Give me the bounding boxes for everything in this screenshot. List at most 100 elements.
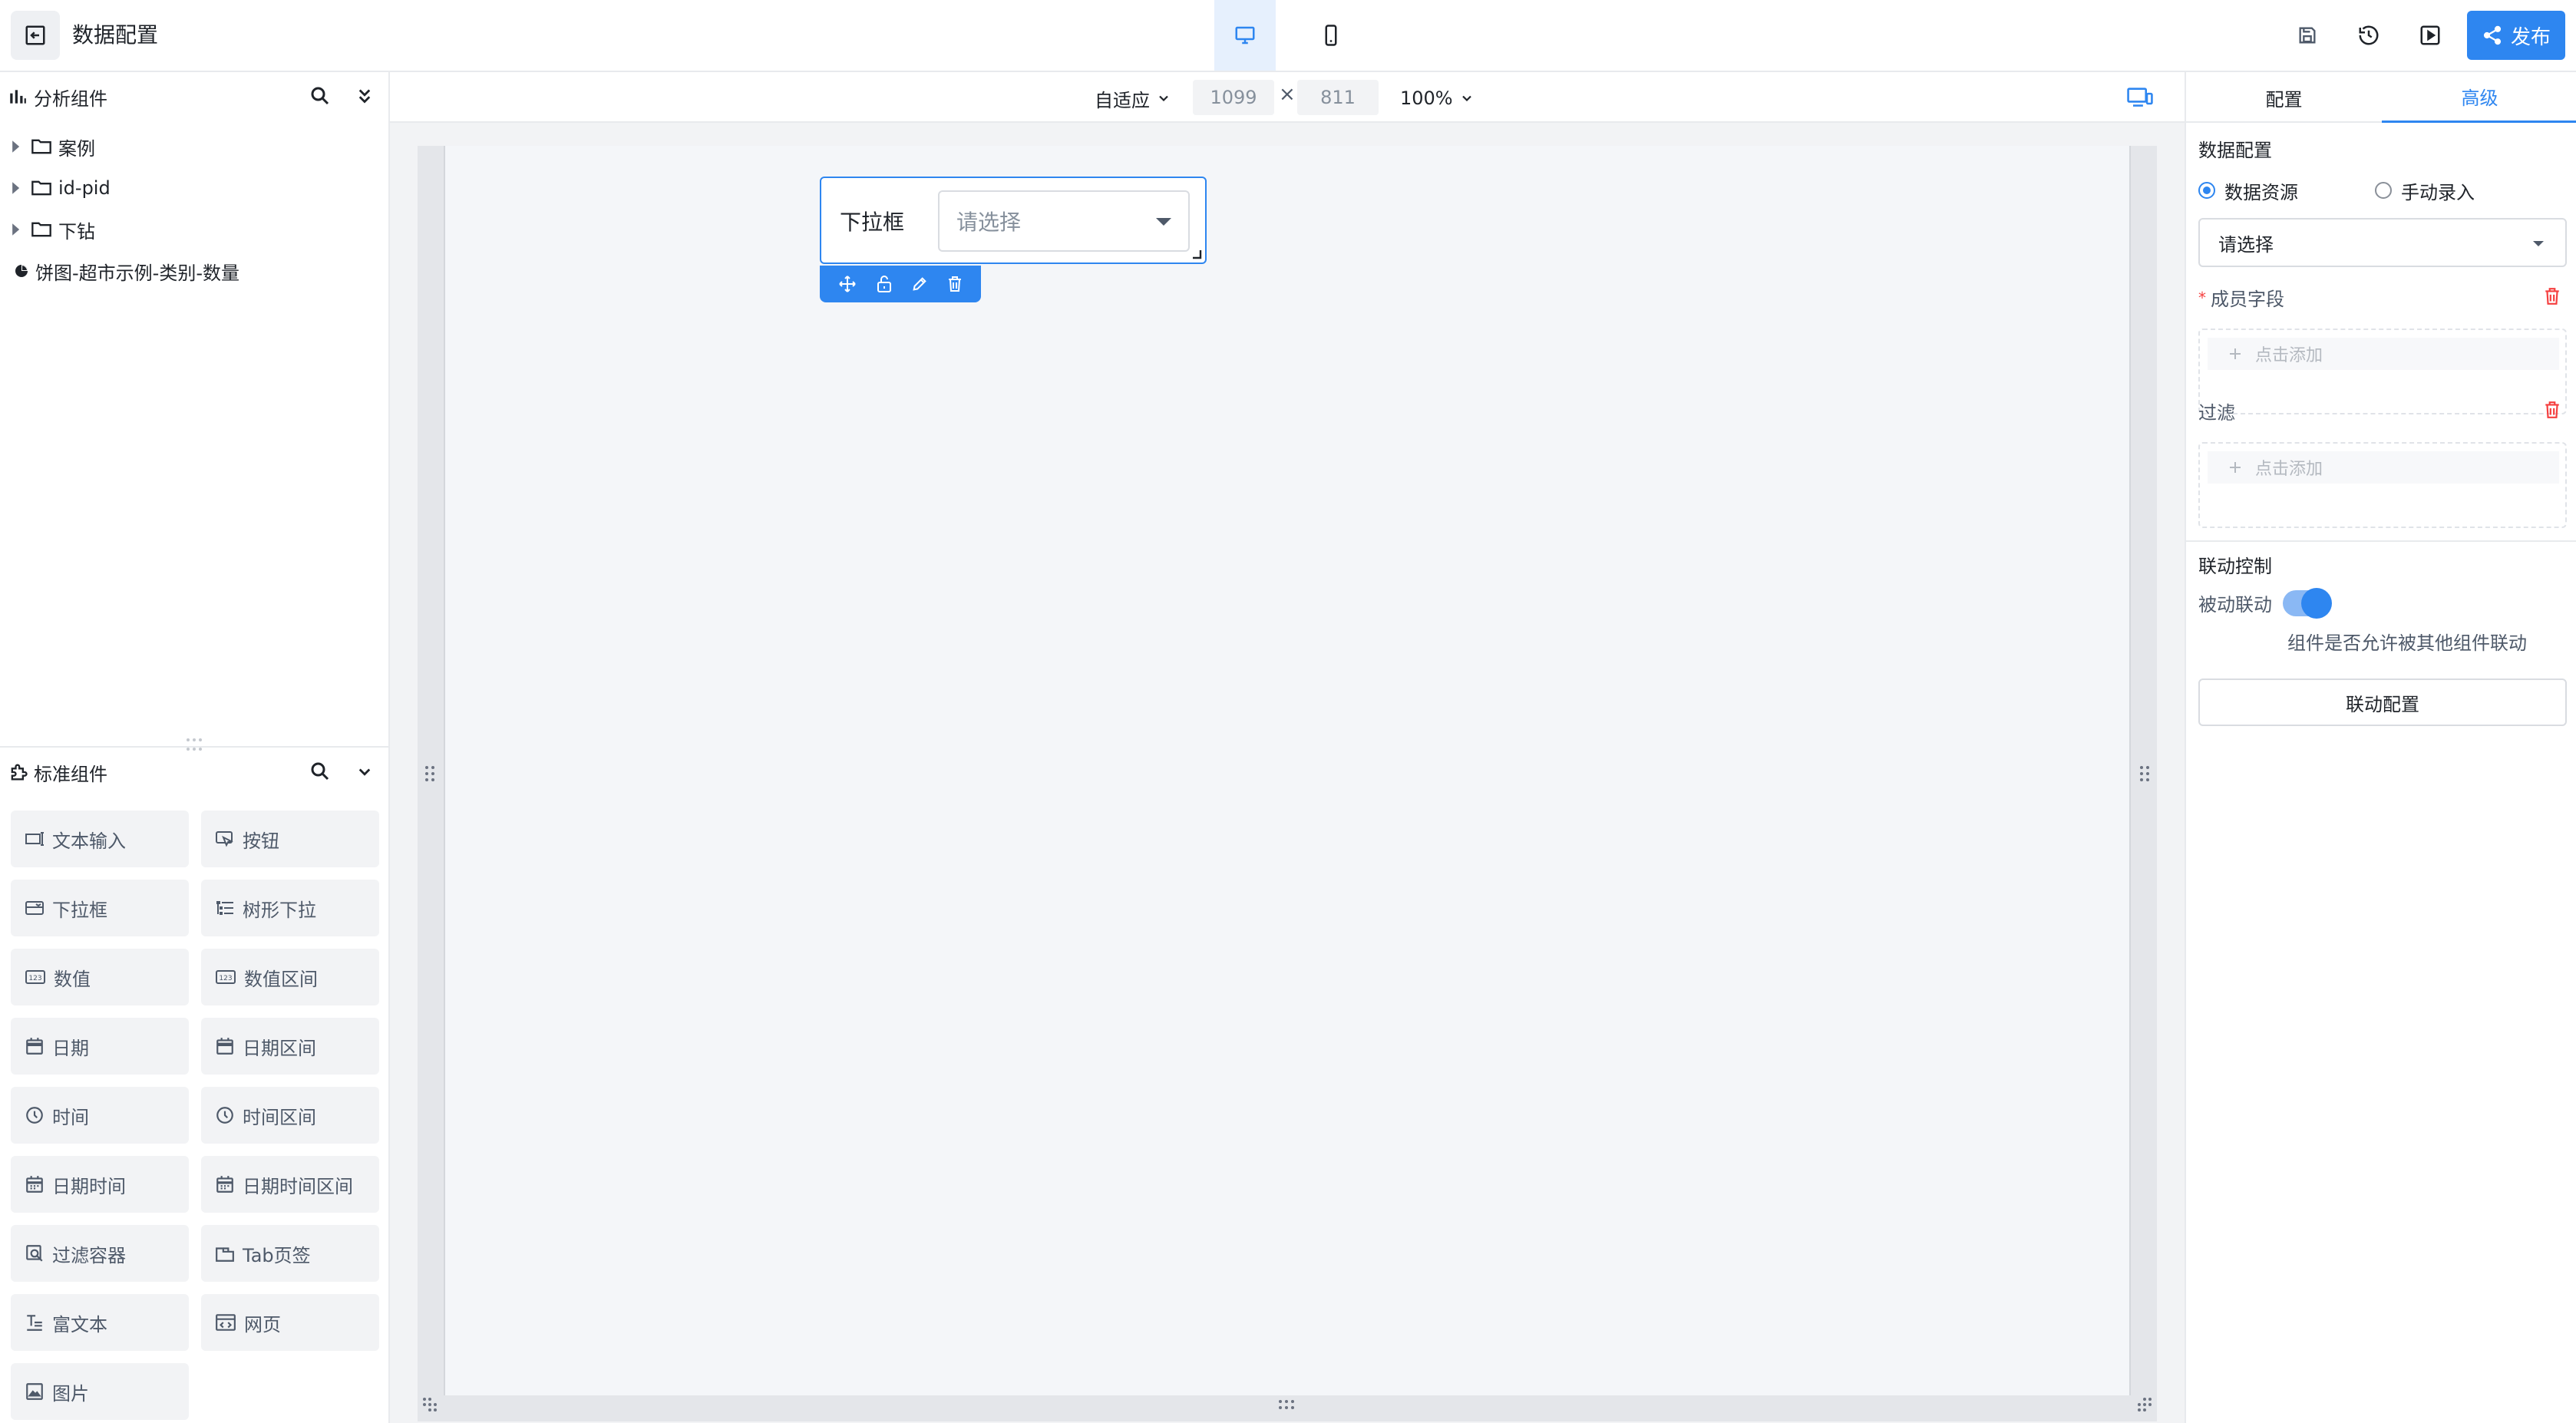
radio-data-resource[interactable]: 数据资源	[2198, 177, 2298, 204]
component-number-range[interactable]: 123 数值区间	[201, 949, 379, 1005]
canvas-width-input[interactable]: 1099	[1193, 80, 1274, 115]
history-button[interactable]	[2353, 20, 2384, 51]
caret-right-icon[interactable]	[0, 181, 31, 195]
standard-panel-title: 标准组件	[34, 763, 107, 785]
component-label: 数值区间	[244, 968, 318, 990]
bottom-resize-handle[interactable]	[1279, 1400, 1294, 1409]
collapse-all-icon[interactable]	[353, 84, 376, 107]
datetime-icon	[25, 1174, 45, 1194]
tree-chart-item[interactable]: 饼图-超市示例-类别-数量	[0, 250, 390, 292]
component-time-range[interactable]: 时间区间	[201, 1087, 379, 1144]
tab-advanced[interactable]: 高级	[2382, 72, 2576, 123]
clock-icon	[215, 1105, 235, 1125]
analysis-search-icon[interactable]	[309, 84, 332, 107]
canvas-height-input[interactable]: 811	[1297, 80, 1379, 115]
corner-resize-icon[interactable]	[421, 1395, 439, 1414]
component-webpage[interactable]: 网页	[201, 1294, 379, 1351]
component-label: 富文本	[52, 1313, 107, 1336]
component-datetime-range[interactable]: 日期时间区间	[201, 1156, 379, 1213]
corner-resize-icon[interactable]	[2135, 1395, 2154, 1414]
back-button[interactable]	[11, 11, 60, 60]
member-field-dropzone[interactable]: 点击添加	[2198, 329, 2567, 414]
dropdown-widget[interactable]: 下拉框 请选择	[820, 177, 1207, 264]
component-tab[interactable]: Tab页签	[201, 1225, 379, 1282]
member-add-button[interactable]: 点击添加	[2208, 338, 2559, 370]
component-label: 时间	[52, 1106, 89, 1128]
component-time[interactable]: 时间	[11, 1087, 189, 1144]
edit-icon[interactable]	[911, 276, 928, 292]
config-tabs: 配置 高级	[2186, 72, 2576, 123]
component-button[interactable]: 按钮	[201, 811, 379, 867]
save-icon	[2297, 25, 2318, 46]
exit-icon	[24, 24, 47, 47]
tree-folder[interactable]: id-pid	[0, 167, 390, 209]
delete-icon[interactable]	[947, 276, 963, 292]
tree-folder[interactable]: 下钻	[0, 209, 390, 250]
caret-right-icon[interactable]	[0, 223, 31, 236]
component-date[interactable]: 日期	[11, 1018, 189, 1075]
component-text-input[interactable]: 文本输入	[11, 811, 189, 867]
plus-icon	[2228, 346, 2243, 362]
linkage-config-button[interactable]: 联动配置	[2198, 678, 2567, 726]
component-datetime[interactable]: 日期时间	[11, 1156, 189, 1213]
radio-manual-entry[interactable]: 手动录入	[2375, 177, 2475, 204]
right-resize-handle[interactable]	[2140, 766, 2149, 781]
component-image[interactable]: 图片	[11, 1363, 189, 1420]
screen-size-icon[interactable]	[2126, 83, 2154, 111]
data-config-title: 数据配置	[2198, 140, 2272, 161]
zoom-select[interactable]: 100%	[1400, 83, 1475, 114]
standard-search-icon[interactable]	[309, 760, 332, 783]
resize-corner-icon[interactable]	[1191, 249, 1202, 259]
caret-down-icon	[1156, 218, 1171, 226]
left-resize-handle[interactable]	[425, 766, 434, 781]
rich-text-icon	[25, 1312, 45, 1332]
component-filter-container[interactable]: 过滤容器	[11, 1225, 189, 1282]
widget-select[interactable]: 请选择	[938, 190, 1190, 252]
canvas-area: 自适应 1099 × 811 100% 下拉框 请选择	[390, 72, 2185, 1423]
adapt-mode-select[interactable]: 自适应	[1095, 83, 1171, 114]
caret-down-icon	[2533, 241, 2544, 246]
mobile-view-button[interactable]	[1300, 0, 1362, 71]
design-canvas[interactable]	[444, 146, 2131, 1395]
publish-button[interactable]: 发布	[2467, 11, 2565, 60]
data-source-radio-group: 数据资源 手动录入	[2198, 175, 2567, 206]
filter-dropzone[interactable]: 点击添加	[2198, 442, 2567, 528]
svg-text:123: 123	[219, 975, 232, 982]
number-range-icon: 123	[215, 969, 236, 986]
analysis-tree: 案例 id-pid 下钻 饼图-超市示例-类别-数量	[0, 126, 390, 292]
filter-label: 过滤	[2198, 398, 2235, 424]
passive-linkage-hint: 组件是否允许被其他组件联动	[2287, 632, 2527, 654]
lock-icon[interactable]	[876, 275, 893, 293]
passive-linkage-toggle[interactable]	[2283, 587, 2332, 619]
move-icon[interactable]	[838, 275, 857, 293]
desktop-view-button[interactable]	[1214, 0, 1276, 71]
component-date-range[interactable]: 日期区间	[201, 1018, 379, 1075]
tree-folder[interactable]: 案例	[0, 126, 390, 167]
radio-unchecked-icon	[2375, 182, 2392, 199]
component-number[interactable]: 123 数值	[11, 949, 189, 1005]
pie-chart-icon	[0, 263, 35, 279]
preview-button[interactable]	[2415, 20, 2446, 51]
caret-right-icon[interactable]	[0, 140, 31, 154]
filter-add-button[interactable]: 点击添加	[2208, 451, 2559, 484]
tree-dropdown-icon	[215, 900, 235, 916]
history-icon	[2357, 24, 2380, 47]
component-tree-dropdown[interactable]: 树形下拉	[201, 880, 379, 936]
component-label: 树形下拉	[243, 899, 316, 921]
data-resource-select[interactable]: 请选择	[2198, 218, 2567, 267]
tab-config[interactable]: 配置	[2186, 72, 2382, 123]
member-field-text: 成员字段	[2211, 289, 2284, 310]
text-input-icon	[25, 830, 45, 847]
component-dropdown[interactable]: 下拉框	[11, 880, 189, 936]
delete-filter-icon[interactable]	[2544, 401, 2561, 419]
chevron-down-icon[interactable]	[353, 760, 376, 783]
publish-label: 发布	[2510, 25, 2551, 49]
component-rich-text[interactable]: 富文本	[11, 1294, 189, 1351]
delete-member-icon[interactable]	[2544, 287, 2561, 305]
component-label: 网页	[244, 1313, 281, 1336]
passive-linkage-row: 被动联动	[2198, 587, 2332, 619]
chevron-down-icon	[1459, 91, 1475, 106]
number-icon: 123	[25, 969, 46, 986]
page-title: 数据配置	[72, 22, 159, 48]
save-button[interactable]	[2292, 20, 2323, 51]
